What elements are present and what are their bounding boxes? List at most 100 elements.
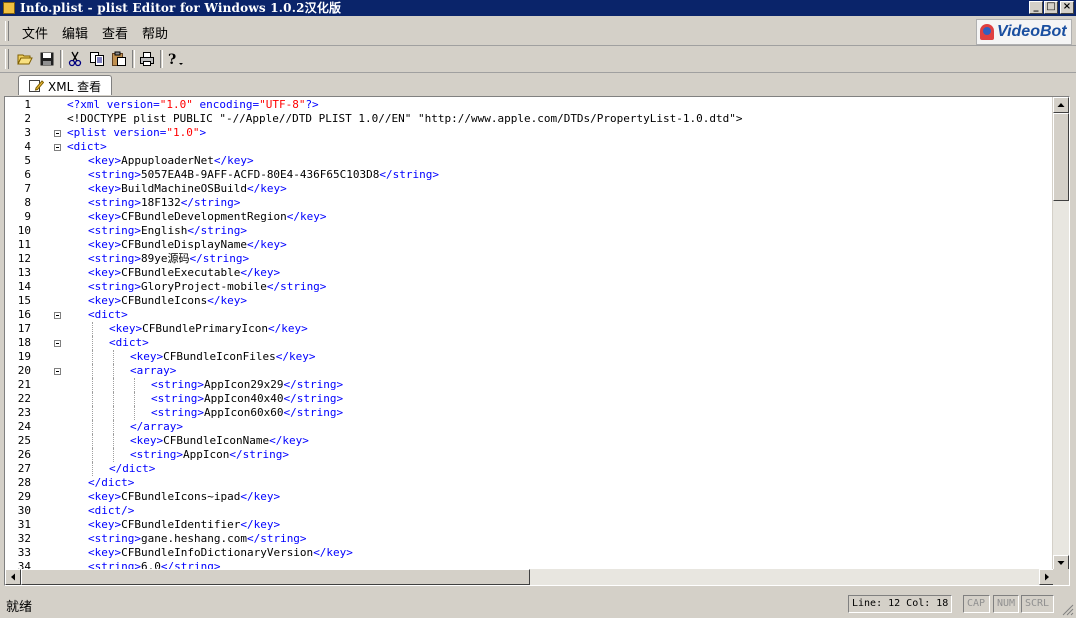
code-token: <key> [88, 518, 122, 531]
indent-guide [113, 434, 114, 448]
close-button[interactable]: × [1060, 1, 1074, 14]
code-token: CFBundlePrimaryIcon [142, 322, 268, 335]
code-line: </array> [130, 420, 183, 434]
code-token: AppIcon60x60 [203, 406, 284, 419]
line-number: 15 [17, 294, 31, 307]
app-icon [3, 2, 15, 14]
scroll-up-button[interactable] [1053, 97, 1069, 113]
code-token: "1.0" [159, 98, 193, 111]
line-number: 32 [17, 532, 31, 545]
code-token: </key> [269, 434, 309, 447]
code-token: <dict> [67, 140, 107, 153]
status-bar: 就绪 Line: 12 Col: 18 CAP NUM SCRL [0, 592, 1076, 618]
line-number: 26 [17, 448, 31, 461]
code-token: "1.0" [166, 126, 200, 139]
caps-lock-indicator: CAP [963, 595, 990, 613]
size-grip-icon[interactable] [1062, 604, 1074, 616]
indent-guide [92, 322, 93, 336]
menu-edit[interactable]: 编辑 [62, 23, 88, 42]
code-token: 18F132 [140, 196, 181, 209]
code-line: </dict> [88, 476, 134, 490]
line-number: 9 [24, 210, 31, 223]
line-number: 7 [24, 182, 31, 195]
svg-text:?: ? [168, 52, 176, 67]
code-token: AppIcon29x29 [203, 378, 284, 391]
line-number: 25 [17, 434, 31, 447]
menu-help[interactable]: 帮助 [142, 23, 168, 42]
horizontal-scroll-thumb[interactable] [21, 569, 530, 585]
indent-guide [92, 462, 93, 476]
scroll-left-button[interactable] [5, 569, 21, 585]
window-title: Info.plist - plist Editor for Windows 1.… [20, 1, 342, 15]
code-token: <key> [88, 210, 122, 223]
tab-xml-view[interactable]: XML 查看 [18, 75, 112, 95]
logo-text: VideoBot [997, 23, 1067, 40]
code-token: <key> [88, 546, 122, 559]
code-token: <key> [88, 154, 122, 167]
tab-label: XML 查看 [48, 80, 102, 94]
code-token: </key> [240, 490, 281, 503]
fold-toggle-icon[interactable] [54, 130, 61, 137]
code-line: <string>English</string> [88, 224, 247, 238]
xml-editor[interactable]: 1 <?xml version="1.0" encoding="UTF-8"?> 2… [4, 96, 1070, 586]
code-token: gane.heshang.com [140, 532, 247, 545]
code-token: </key> [240, 518, 281, 531]
indent-guide [113, 392, 114, 406]
fold-toggle-icon[interactable] [54, 368, 61, 375]
code-token: <key> [130, 350, 164, 363]
code-token: </key> [207, 294, 247, 307]
code-token: CFBundleIcons [121, 294, 208, 307]
code-token: </string> [283, 378, 344, 391]
code-token: <string> [88, 224, 141, 237]
code-token: <key> [88, 266, 122, 279]
line-number: 19 [17, 350, 31, 363]
menu-view[interactable]: 查看 [102, 23, 128, 42]
save-icon[interactable] [38, 50, 56, 68]
videobot-logo: VideoBot [976, 19, 1072, 45]
code-line: <key>CFBundleExecutable</key> [88, 266, 280, 280]
code-token: <key> [88, 294, 122, 307]
line-number: 11 [17, 238, 31, 251]
paste-icon[interactable] [110, 50, 128, 68]
code-token: <string> [88, 280, 141, 293]
line-number: 22 [17, 392, 31, 405]
cursor-position: Line: 12 Col: 18 [848, 595, 952, 613]
code-line: <string>AppIcon</string> [130, 448, 289, 462]
vertical-scrollbar[interactable] [1052, 97, 1069, 571]
copy-icon[interactable] [88, 50, 106, 68]
line-number: 23 [17, 406, 31, 419]
line-number: 2 [24, 112, 31, 125]
indent-guide [92, 336, 93, 350]
code-line: <dict> [88, 308, 128, 322]
fold-toggle-icon[interactable] [54, 312, 61, 319]
code-token: <dict/> [88, 504, 135, 517]
code-token: </string> [180, 196, 241, 209]
fold-toggle-icon[interactable] [54, 144, 61, 151]
print-icon[interactable] [138, 50, 156, 68]
indent-guide [113, 364, 114, 378]
fold-toggle-icon[interactable] [54, 340, 61, 347]
code-token: CFBundleIconName [163, 434, 270, 447]
cut-icon[interactable] [66, 50, 84, 68]
code-token: <string> [130, 448, 183, 461]
code-token: CFBundleIconFiles [163, 350, 276, 363]
code-line: <string>GloryProject-mobile</string> [88, 280, 326, 294]
scrollbar-corner [1053, 569, 1069, 585]
menu-file[interactable]: 文件 [22, 23, 48, 42]
help-icon[interactable]: ? [166, 50, 184, 68]
toolbar-separator [160, 50, 163, 68]
status-text: 就绪 [6, 600, 33, 615]
minimize-button[interactable]: _ [1029, 1, 1043, 14]
code-line: <string>AppIcon60x60</string> [151, 406, 343, 420]
code-line: <string>gane.heshang.com</string> [88, 532, 307, 546]
code-token: CFBundleDevelopmentRegion [121, 210, 287, 223]
indent-guide [92, 392, 93, 406]
horizontal-scrollbar[interactable] [5, 569, 1055, 585]
maximize-button[interactable]: □ [1044, 1, 1058, 14]
code-token: <key> [109, 322, 143, 335]
open-icon[interactable] [16, 50, 34, 68]
code-token: </string> [379, 168, 440, 181]
vertical-scroll-thumb[interactable] [1053, 113, 1069, 201]
code-token: </dict> [109, 462, 156, 475]
code-line: <dict> [67, 140, 107, 154]
